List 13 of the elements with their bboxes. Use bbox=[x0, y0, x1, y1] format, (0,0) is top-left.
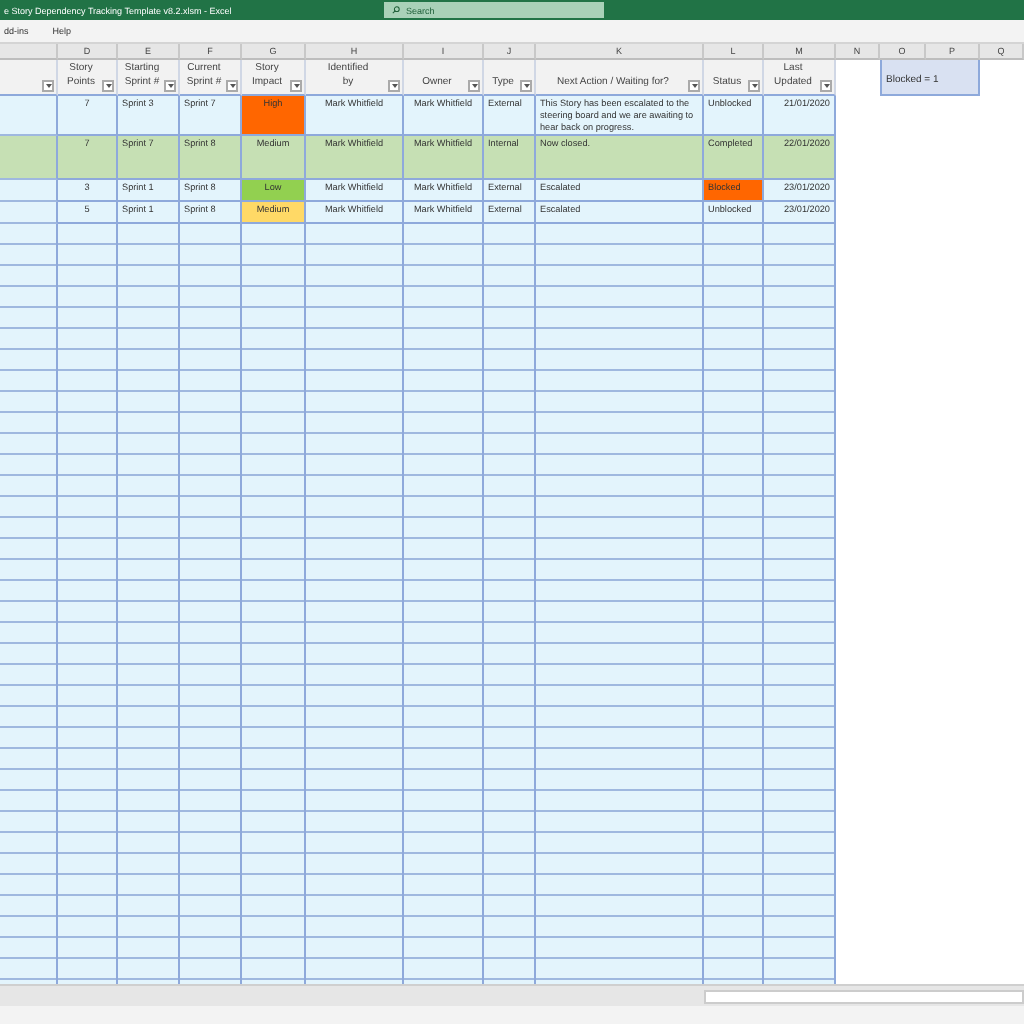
filter-button[interactable] bbox=[226, 80, 238, 92]
filter-button[interactable] bbox=[42, 80, 54, 92]
filter-button[interactable] bbox=[388, 80, 400, 92]
filter-button[interactable] bbox=[520, 80, 532, 92]
search-icon bbox=[392, 6, 400, 14]
filter-button[interactable] bbox=[102, 80, 114, 92]
filter-button[interactable] bbox=[748, 80, 760, 92]
filter-button[interactable] bbox=[468, 80, 480, 92]
filter-button[interactable] bbox=[820, 80, 832, 92]
filter-button[interactable] bbox=[290, 80, 302, 92]
filter-button[interactable] bbox=[164, 80, 176, 92]
filter-button[interactable] bbox=[688, 80, 700, 92]
horizontal-scrollbar[interactable] bbox=[704, 989, 1024, 1003]
